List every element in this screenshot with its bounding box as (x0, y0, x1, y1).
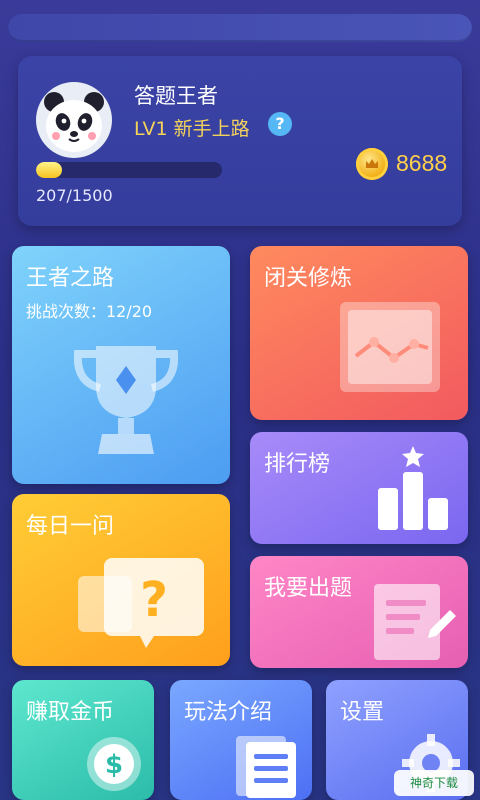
question-bubble-icon: ? (74, 552, 214, 656)
top-search-bar[interactable] (8, 14, 472, 42)
panda-avatar-icon[interactable] (36, 82, 112, 158)
level-label: LV1 新手上路 (134, 118, 250, 140)
svg-text:?: ? (140, 572, 168, 628)
level-progress-bar (36, 162, 222, 178)
help-icon[interactable]: ? (268, 112, 292, 136)
card-title: 赚取金币 (26, 700, 115, 725)
earn-coins-card[interactable]: 赚取金币 $ (12, 680, 154, 800)
dollar-coin-icon: $ (84, 734, 144, 798)
card-title: 每日一问 (26, 514, 115, 539)
svg-text:$: $ (105, 750, 123, 780)
nickname: 答题王者 (134, 84, 218, 108)
trophy-icon (66, 336, 186, 470)
card-title: 我要出题 (264, 576, 353, 601)
submit-question-card[interactable]: 我要出题 (250, 556, 468, 668)
card-title: 排行榜 (264, 452, 331, 477)
level-progress-fill (36, 162, 62, 178)
watermark-logo: 神奇下载 (394, 770, 474, 796)
how-to-play-card[interactable]: 玩法介绍 (170, 680, 312, 800)
coin-count: 8688 (396, 150, 448, 176)
leaderboard-card[interactable]: 排行榜 (250, 432, 468, 544)
podium-icon (368, 444, 458, 540)
card-title: 王者之路 (26, 266, 115, 291)
edit-document-icon (368, 574, 458, 668)
card-title: 玩法介绍 (184, 700, 273, 725)
card-title: 闭关修炼 (264, 266, 353, 291)
challenge-count: 挑战次数：12/20 (26, 302, 153, 321)
kings-road-card[interactable]: 王者之路 挑战次数：12/20 (12, 246, 230, 484)
profile-card: 答题王者 LV1 新手上路 ? 207/1500 8688 (18, 56, 462, 226)
document-list-icon (232, 730, 302, 800)
line-chart-icon (336, 298, 446, 402)
coin-icon (356, 148, 388, 180)
retreat-training-card[interactable]: 闭关修炼 (250, 246, 468, 420)
level-progress-text: 207/1500 (36, 186, 113, 205)
card-title: 设置 (340, 700, 385, 725)
daily-question-card[interactable]: 每日一问 ? (12, 494, 230, 666)
